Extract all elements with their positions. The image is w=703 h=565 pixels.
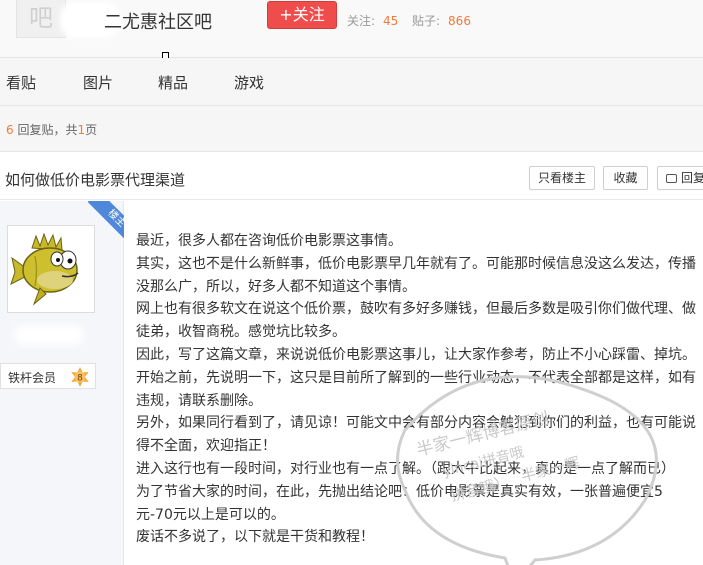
reply-icon: [666, 174, 677, 183]
post-paragraph: 废话不多说了，以下就是干货和教程！: [136, 529, 374, 546]
op-badge: 楼主: [78, 201, 124, 247]
thread-title-bar: 如何做低价电影票代理渠道 只看楼主 收藏 回复: [0, 152, 703, 200]
stat-posts-value: 866: [448, 14, 471, 28]
level-number: 8: [77, 374, 83, 384]
post-paragraph: 另外，如果同行看到了，请见谅！可能文中会有部分内容会触犯到你们的利益，也有可能说…: [136, 415, 696, 455]
page-suffix: 页: [85, 123, 98, 137]
forum-logo[interactable]: 吧: [16, 0, 66, 38]
member-level[interactable]: 铁杆会员 8: [0, 363, 96, 389]
post-paragraph: 为了节省大家的时间，在此，先抛出结论吧：低价电影票是真实有效，一张普遍便宜5元-…: [136, 483, 663, 523]
only-op-button[interactable]: 只看楼主: [529, 166, 595, 190]
post-paragraph: 开始之前，先说明一下，这只是目前所了解到的一些行业动态，不代表全部都是这样，如有…: [136, 369, 696, 409]
author-sidebar: 楼主 铁杆会员 8: [0, 201, 124, 565]
reply-count: 6: [6, 123, 14, 137]
level-star-icon: 8: [71, 367, 89, 387]
reply-button-label: 回复: [681, 171, 703, 185]
post-content: 最近，很多人都在咨询低价电影票这事情。 其实，这也不是什么新鲜事，低价电影票早几…: [136, 230, 698, 549]
forum-header: 吧 二尤惠社区吧 +关注 关注: 45 贴子: 866: [0, 0, 703, 58]
pager-bar: 6 回复贴，共1页: [0, 106, 703, 152]
forum-nav: 看贴 图片 精品 游戏: [0, 58, 703, 106]
tab-games[interactable]: 游戏: [234, 72, 264, 93]
author-name-redacted: [14, 325, 84, 345]
stat-posts: 贴子: 866: [412, 12, 471, 29]
reply-button[interactable]: 回复: [657, 166, 703, 190]
favorite-button[interactable]: 收藏: [603, 166, 648, 190]
stat-posts-label: 贴子:: [412, 14, 441, 28]
thread-title: 如何做低价电影票代理渠道: [5, 171, 186, 189]
stat-followers-label: 关注:: [347, 14, 376, 28]
forum-name[interactable]: 二尤惠社区吧: [104, 8, 212, 34]
post-paragraph: 最近，很多人都在咨询低价电影票这事情。: [136, 233, 402, 249]
op-badge-label: 楼主: [87, 201, 124, 247]
stat-followers: 关注: 45: [347, 12, 398, 29]
post-paragraph: 进入这行也有一段时间，对行业也有一点了解。（跟大牛比起来，真的是一点了解而已）: [136, 460, 675, 477]
level-name: 铁杆会员: [8, 371, 57, 385]
post-paragraph: 因此，写了这篇文章，来说说低价电影票这事儿，让大家作参考，防止不小心踩雷、掉坑。: [136, 346, 696, 363]
reply-suffix: 回复贴，共: [17, 123, 78, 137]
reply-summary: 6 回复贴，共1页: [6, 121, 97, 138]
tab-posts[interactable]: 看贴: [6, 72, 36, 93]
tab-images[interactable]: 图片: [83, 72, 113, 93]
forum-logo-char: 吧: [29, 4, 53, 32]
post-paragraph: 网上也有很多软文在说这个低价票，鼓吹有多好多赚钱，但最后多数是吸引你们做代理、做…: [136, 301, 696, 341]
tab-featured[interactable]: 精品: [158, 72, 188, 93]
page-count: 1: [77, 123, 86, 137]
follow-button[interactable]: +关注: [267, 1, 337, 29]
post-paragraph: 其实，这也不是什么新鲜事，低价电影票早几年就有了。可能那时候信息没这么发达，传播…: [136, 255, 696, 295]
stat-followers-value: 45: [383, 14, 399, 28]
